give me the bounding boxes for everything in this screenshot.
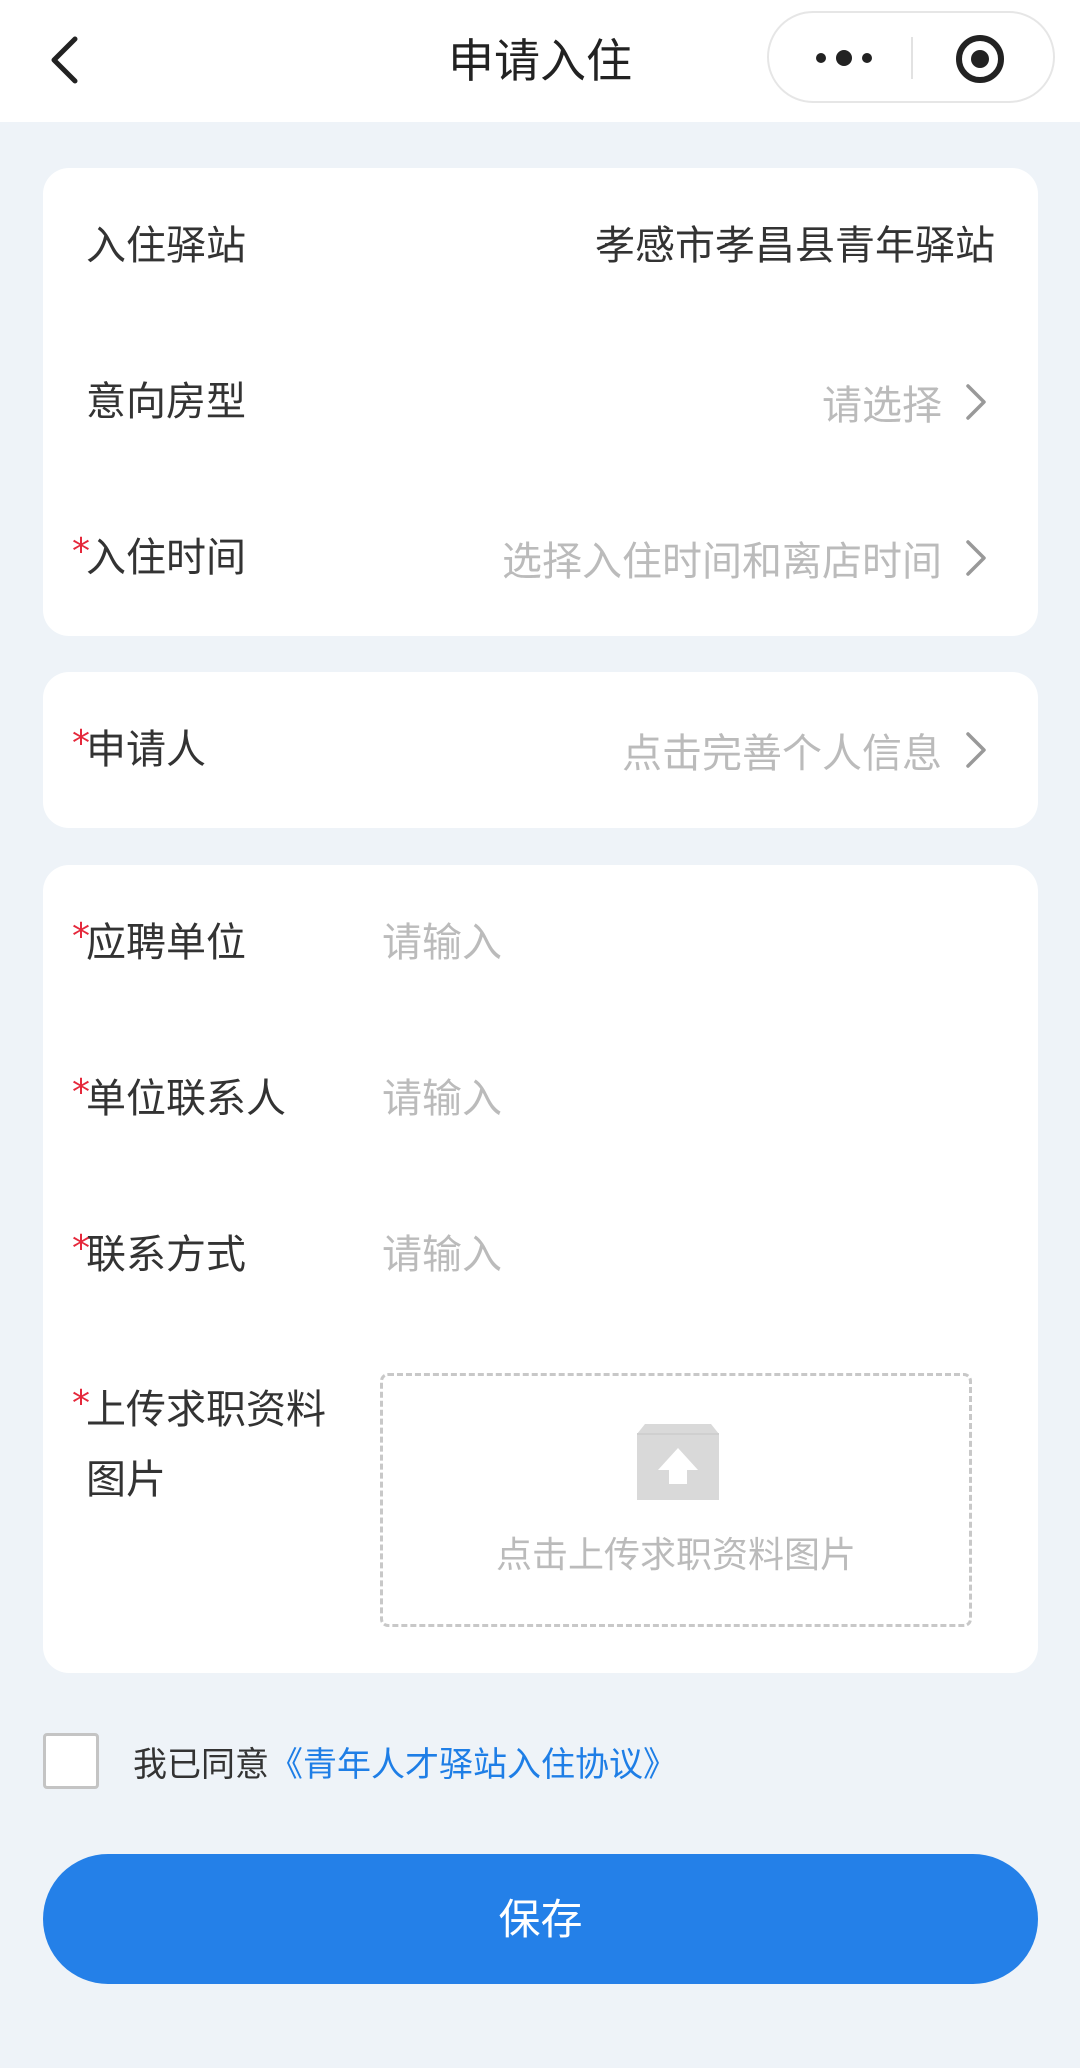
required-mark: * [72,916,90,957]
mini-program-capsule [767,11,1055,103]
station-card: 入住驿站 孝感市孝昌县青年驿站 意向房型 请选择 * 入住时间 选择入住时间和离店… [43,168,1038,636]
agreement-prefix: 我已同意 [133,1744,269,1785]
required-mark: * [72,1383,90,1424]
employer-row: * 应聘单位 [43,865,1038,1021]
room-type-label: 意向房型 [86,379,246,425]
upload-area[interactable]: 点击上传求职资料图片 [380,1373,972,1627]
job-card: *应聘单位 *单位联系人 *联系方式 *上传求职资料图片 点击上传求职资料图片 [43,865,1038,1673]
phone-input[interactable] [382,1223,982,1287]
applicant-picker[interactable]: 点击完善个人信息 [622,672,988,828]
employer-input[interactable] [382,911,982,975]
phone-label: * 联系方式 [72,1177,246,1333]
phone-row: * 联系方式 [43,1177,1038,1333]
more-dots-icon [816,50,872,66]
target-circle-icon [956,35,1004,83]
upload-hint: 点击上传求职资料图片 [495,1535,856,1576]
room-type-row[interactable]: 意向房型 请选择 [43,324,1038,480]
more-button[interactable] [809,37,879,79]
station-label: 入住驿站 [86,223,246,269]
checkin-picker[interactable]: 选择入住时间和离店时间 [502,480,988,636]
chevron-right-icon [966,732,986,768]
checkin-label: * 入住时间 [72,480,246,636]
upload-image-icon [637,1424,719,1500]
required-mark: * [72,1228,90,1269]
required-mark: * [72,531,90,572]
chevron-right-icon [966,384,986,420]
applicant-placeholder: 点击完善个人信息 [622,731,942,777]
chevron-right-icon [966,540,986,576]
save-button[interactable]: 保存 [43,1854,1038,1984]
required-mark: * [72,1072,90,1113]
agreement-row: 我已同意 《青年人才驿站入住协议》 [43,1731,677,1791]
agreement-checkbox[interactable] [43,1733,99,1789]
station-value: 孝感市孝昌县青年驿站 [595,223,995,269]
applicant-label: * 申请人 [72,672,206,828]
applicant-row[interactable]: * 申请人 点击完善个人信息 [43,672,1038,828]
room-type-placeholder: 请选择 [822,383,942,429]
navbar: 申请入住 [0,0,1080,122]
contact-row: * 单位联系人 [43,1021,1038,1177]
employer-label: * 应聘单位 [72,865,246,1021]
agreement-link[interactable]: 《青年人才驿站入住协议》 [269,1737,677,1786]
contact-input[interactable] [382,1067,982,1131]
station-row: 入住驿站 孝感市孝昌县青年驿站 [43,168,1038,324]
chevron-left-icon [51,36,78,84]
required-mark: * [72,723,90,764]
capsule-divider [911,37,913,79]
back-button[interactable] [38,30,90,90]
contact-label: * 单位联系人 [72,1021,286,1177]
close-mini-program-button[interactable] [954,33,1006,85]
upload-label: * 上传求职资料图片 [72,1375,346,1515]
applicant-card: * 申请人 点击完善个人信息 [43,672,1038,828]
checkin-row[interactable]: * 入住时间 选择入住时间和离店时间 [43,480,1038,636]
room-type-picker[interactable]: 请选择 [822,324,988,480]
checkin-placeholder: 选择入住时间和离店时间 [502,539,942,585]
